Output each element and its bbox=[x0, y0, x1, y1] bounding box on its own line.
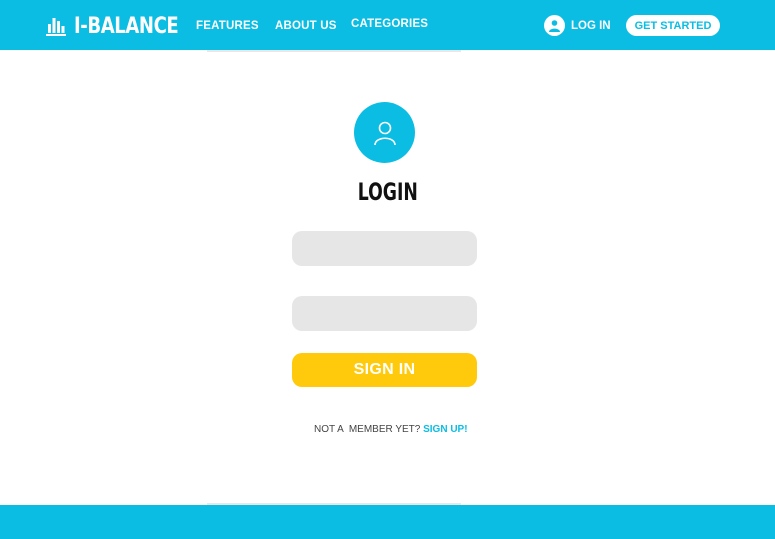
header-divider bbox=[207, 50, 461, 52]
username-input[interactable] bbox=[292, 231, 477, 266]
header-login-label: LOG IN bbox=[571, 19, 611, 32]
sign-up-link[interactable]: SIGN UP! bbox=[423, 424, 467, 435]
brand-name: I-BALANCE bbox=[74, 13, 179, 39]
get-started-button[interactable]: GET STARTED bbox=[626, 15, 720, 36]
building-icon bbox=[46, 18, 66, 36]
signup-prompt-text: NOT A MEMBER YET? bbox=[314, 424, 424, 435]
nav-about-us[interactable]: ABOUT US bbox=[275, 20, 337, 32]
login-title: LOGIN bbox=[357, 178, 418, 206]
user-icon bbox=[373, 121, 396, 145]
top-header: I-BALANCE FEATURES ABOUT US CATEGORIES L… bbox=[0, 0, 775, 50]
login-avatar bbox=[354, 102, 415, 163]
header-login-link[interactable]: LOG IN bbox=[544, 15, 611, 36]
nav-categories[interactable]: CATEGORIES bbox=[351, 18, 428, 30]
sign-in-button[interactable]: SIGN IN bbox=[292, 353, 477, 387]
brand-logo[interactable]: I-BALANCE bbox=[46, 11, 201, 41]
signup-prompt-row: NOT A MEMBER YET? SIGN UP! bbox=[314, 424, 468, 435]
user-icon bbox=[544, 15, 565, 36]
footer-bar bbox=[0, 505, 775, 539]
password-input[interactable] bbox=[292, 296, 477, 331]
nav-features[interactable]: FEATURES bbox=[196, 20, 259, 32]
